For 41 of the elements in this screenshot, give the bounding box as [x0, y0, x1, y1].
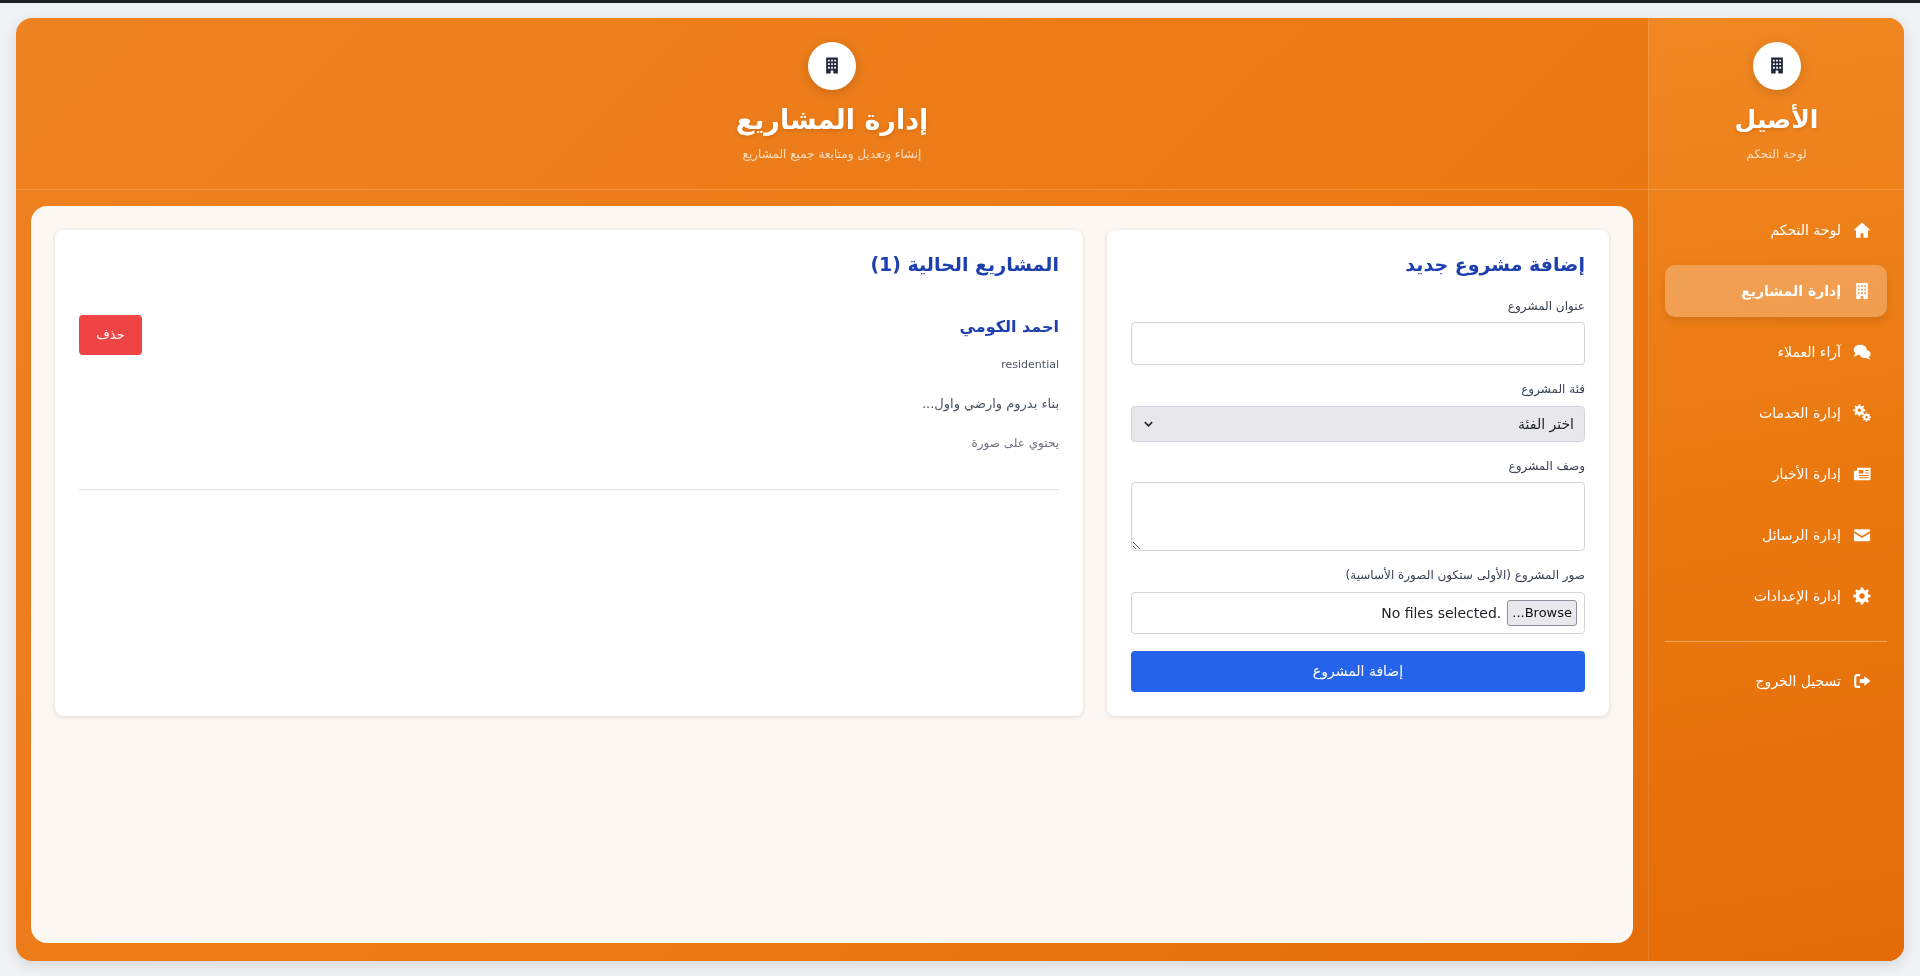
newspaper-icon [1853, 465, 1871, 483]
title-input[interactable] [1131, 322, 1585, 365]
page-subtitle: إنشاء وتعديل ومتابعة جميع المشاريع [742, 146, 922, 163]
logout-link[interactable]: تسجيل الخروج [1665, 655, 1887, 707]
sidebar-item[interactable]: آراء العملاء [1665, 326, 1887, 378]
building-icon [1853, 282, 1871, 300]
page-title: إدارة المشاريع [735, 103, 929, 137]
sidebar-item[interactable]: إدارة الأخبار [1665, 448, 1887, 500]
field-label: فئة المشروع [1520, 381, 1585, 398]
sidebar-item[interactable]: إدارة الخدمات [1665, 387, 1887, 439]
add-project-button[interactable]: إضافة المشروع [1131, 651, 1585, 692]
chat-bubbles-icon [1853, 343, 1871, 361]
sidebar-item[interactable]: لوحة التحكم [1665, 204, 1887, 256]
brand-name: الأصيل [1734, 103, 1819, 136]
logout-icon [1853, 672, 1871, 690]
browse-button[interactable]: ...Browse [1507, 600, 1577, 626]
field-label: وصف المشروع [1507, 458, 1585, 476]
envelope-icon [1853, 526, 1871, 544]
gears-icon [1853, 404, 1871, 422]
brand-subtitle: لوحة التحكم [1746, 146, 1807, 163]
image-note: يحتوي على صورة [970, 435, 1059, 453]
description-input[interactable] [1131, 482, 1585, 551]
project-description: بناء بدروم وارضي واول... [921, 395, 1059, 414]
category-select[interactable]: اختر الفئة [1131, 406, 1585, 442]
gear-icon [1853, 587, 1871, 605]
chevron-down-icon [1144, 421, 1153, 427]
building-icon [1752, 42, 1801, 90]
field-label: عنوان المشروع [1506, 298, 1585, 315]
building-icon [808, 42, 856, 90]
file-status-text: No files selected. [1381, 603, 1502, 623]
projects-title: المشاريع الحالية (1) [869, 252, 1059, 278]
form-title: إضافة مشروع جديد [1404, 252, 1585, 278]
sidebar-item[interactable]: إدارة المشاريع [1665, 265, 1887, 317]
sidebar-item[interactable]: إدارة الإعدادات [1665, 570, 1887, 622]
file-input-field[interactable]: No files selected. ...Browse [1131, 592, 1585, 634]
home-icon [1853, 221, 1871, 239]
delete-button[interactable]: حذف [79, 315, 143, 355]
project-name: احمد الكومي [958, 316, 1059, 339]
field-label: صور المشروع (الأولى ستكون الصورة الأساسية) [1344, 566, 1585, 585]
project-category: residential [1000, 357, 1059, 373]
sidebar-item[interactable]: إدارة الرسائل [1665, 509, 1887, 561]
